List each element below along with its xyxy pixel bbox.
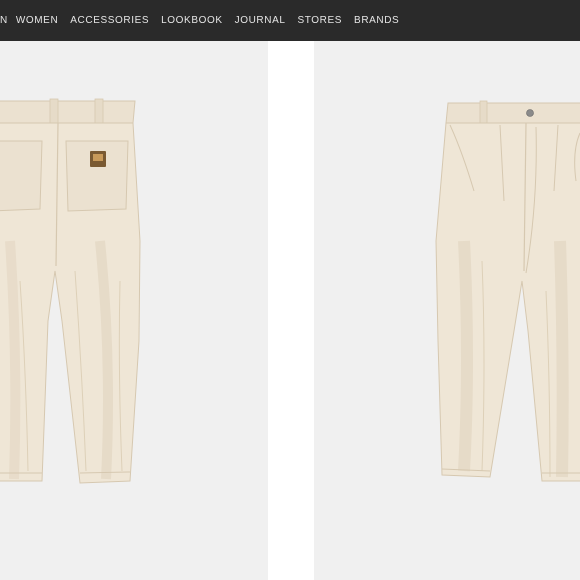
top-navigation: N WOMEN ACCESSORIES LOOKBOOK JOURNAL STO… (0, 0, 580, 41)
product-card-trousers-back[interactable] (0, 41, 268, 580)
nav-item-journal[interactable]: JOURNAL (235, 15, 286, 26)
product-card-trousers-front[interactable] (314, 41, 580, 580)
trousers-back-icon (0, 98, 141, 484)
trousers-front-icon (435, 100, 580, 482)
nav-item-men[interactable]: N (0, 15, 8, 26)
nav-item-women[interactable]: WOMEN (16, 15, 58, 26)
nav-item-stores[interactable]: STORES (298, 15, 343, 26)
grid-gutter (268, 41, 314, 580)
nav-item-brands[interactable]: BRANDS (354, 15, 399, 26)
product-grid (0, 41, 580, 580)
nav-item-lookbook[interactable]: LOOKBOOK (161, 15, 223, 26)
nav-item-accessories[interactable]: ACCESSORIES (70, 15, 149, 26)
